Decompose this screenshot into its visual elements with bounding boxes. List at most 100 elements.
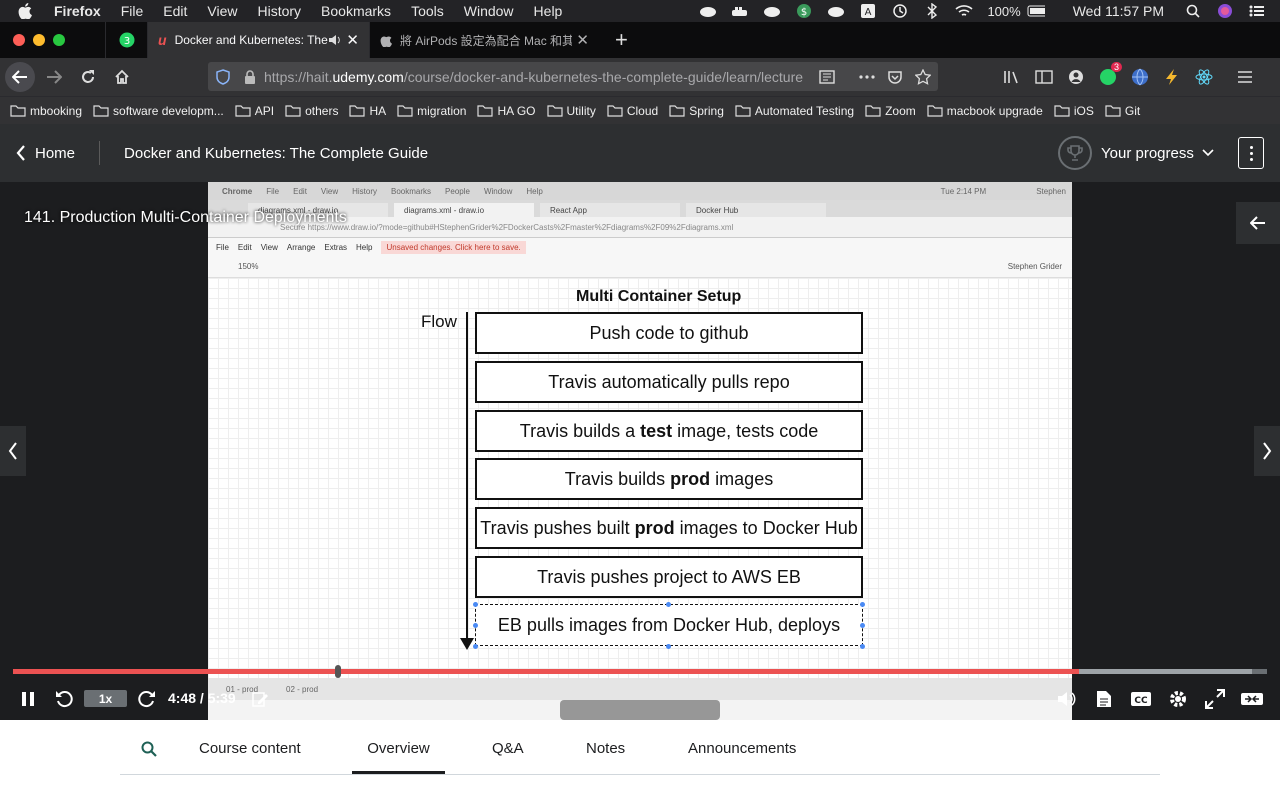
rewind-button[interactable] [52,687,76,711]
react-devtools-icon[interactable] [1188,68,1220,86]
pinned-tab-whatsapp[interactable]: 3 [105,22,147,58]
bookmark-folder[interactable]: mbooking [10,104,82,118]
globe-ext-icon[interactable] [1124,68,1156,86]
siri-icon[interactable] [1216,3,1234,19]
tabs-divider [120,774,1160,775]
bookmark-folder[interactable]: software developm... [93,104,224,118]
time-machine-icon[interactable] [891,3,909,19]
theatre-mode-button[interactable] [1240,687,1264,711]
account-icon[interactable] [1060,69,1092,85]
home-button[interactable] [107,62,137,92]
bookmark-folder[interactable]: Cloud [607,104,658,118]
cloud-upload-icon-2[interactable] [763,3,781,19]
menu-app-name[interactable]: Firefox [54,3,101,19]
search-button[interactable] [141,741,157,757]
lock-icon[interactable] [244,69,256,84]
collapse-sidebar-button[interactable] [1236,202,1280,244]
cloud-icon[interactable] [827,3,845,19]
video-frame[interactable]: Chrome File Edit View History Bookmarks People… [208,182,1072,720]
menu-history[interactable]: History [257,3,301,19]
back-button[interactable] [5,62,35,92]
url-bar[interactable]: https://hait.udemy.com/course/docker-and… [208,62,938,91]
playback-rate-button[interactable]: 1x [84,690,127,707]
next-lecture-button[interactable] [1254,426,1280,476]
bookmark-folder[interactable]: Spring [669,104,724,118]
reload-button[interactable] [73,62,103,92]
close-tab-icon-2[interactable]: ✕ [576,31,589,49]
page-actions-icon[interactable] [859,74,875,79]
tab-apple-support[interactable]: 將 AirPods 設定為配合 Mac 和其他藍牙裝置使用 ✕ [369,22,599,58]
tab-announcements[interactable]: Announcements [688,740,796,775]
battery-icon[interactable] [1027,3,1045,19]
video-player[interactable]: Chrome File Edit View History Bookmarks People… [0,182,1280,720]
bluetooth-icon[interactable] [923,3,941,19]
bookmark-folder[interactable]: HA [349,104,386,118]
more-options-button[interactable] [1238,137,1264,169]
tracking-protection-icon[interactable] [216,68,230,85]
new-tab-button[interactable]: + [615,27,628,53]
home-link[interactable]: Home [16,141,101,165]
menu-edit[interactable]: Edit [163,3,187,19]
menu-window[interactable]: Window [464,3,514,19]
wifi-icon[interactable] [955,3,973,19]
bookmark-folder[interactable]: macbook upgrade [927,104,1043,118]
bookmark-folder[interactable]: Zoom [865,104,916,118]
menu-file[interactable]: File [121,3,144,19]
reader-view-icon[interactable] [819,69,835,85]
progress-scrubber[interactable] [13,665,1267,678]
notification-center-icon[interactable] [1248,3,1266,19]
tab-notes[interactable]: Notes [586,740,625,775]
sidebar-icon[interactable] [1028,69,1060,85]
fullscreen-button[interactable] [1203,687,1227,711]
hamburger-menu-icon[interactable] [1220,70,1270,84]
settings-button[interactable] [1166,687,1190,711]
bookmark-folder[interactable]: iOS [1054,104,1094,118]
bookmark-folder[interactable]: others [285,104,338,118]
bookmark-label: Automated Testing [754,103,855,118]
spotlight-search-icon[interactable] [1184,3,1202,19]
transcript-button[interactable] [1092,687,1116,711]
pause-button[interactable] [16,687,40,711]
add-note-button[interactable] [248,687,272,711]
forward-button[interactable] [39,62,69,92]
tab-qa[interactable]: Q&A [492,740,524,775]
menu-help[interactable]: Help [534,3,563,19]
bookmark-label: others [305,103,339,118]
input-source-icon[interactable]: A [859,3,877,19]
tab-udemy-active[interactable]: u Docker and Kubernetes: The Complete Gu… [147,22,369,58]
library-icon[interactable] [996,69,1028,85]
progress-button[interactable]: Your progress [1058,136,1214,170]
apple-icon[interactable] [18,3,34,19]
tab-course-content[interactable]: Course content [199,740,301,775]
volume-button[interactable] [1055,687,1079,711]
menu-view[interactable]: View [207,3,237,19]
bookmark-folder[interactable]: Automated Testing [735,104,854,118]
pocket-icon[interactable] [887,69,903,85]
bookmark-folder[interactable]: migration [397,104,466,118]
bookmark-folder[interactable]: API [235,104,274,118]
zoom-window-button[interactable] [53,34,65,46]
close-tab-icon[interactable]: ✕ [346,31,359,49]
bookmark-folder[interactable]: HA GO [477,103,536,118]
menubar-clock[interactable]: Wed 11:57 PM [1073,3,1164,19]
whatsapp-ext-icon[interactable]: 3 [1092,62,1124,86]
captions-button[interactable]: CC [1129,687,1153,711]
bookmark-folder[interactable]: Utility [546,104,596,118]
menu-bookmarks[interactable]: Bookmarks [321,3,391,19]
bookmark-folder[interactable]: Git [1105,104,1140,118]
bookmark-star-icon[interactable] [915,68,931,85]
cloud-upload-icon[interactable] [699,3,717,19]
bookmark-label: HA GO [497,103,536,118]
course-title[interactable]: Docker and Kubernetes: The Complete Guid… [124,145,428,162]
tab-overview[interactable]: Overview [352,740,445,775]
forward-button-player[interactable] [135,687,159,711]
previous-lecture-button[interactable] [0,426,26,476]
minimize-window-button[interactable] [33,34,45,46]
dollar-icon[interactable]: $ [795,3,813,19]
docker-icon[interactable] [731,3,749,19]
speaker-icon[interactable] [328,34,342,46]
ext-badge: 3 [1110,62,1122,72]
close-window-button[interactable] [13,34,25,46]
menu-tools[interactable]: Tools [411,3,444,19]
lightning-ext-icon[interactable] [1156,68,1188,86]
